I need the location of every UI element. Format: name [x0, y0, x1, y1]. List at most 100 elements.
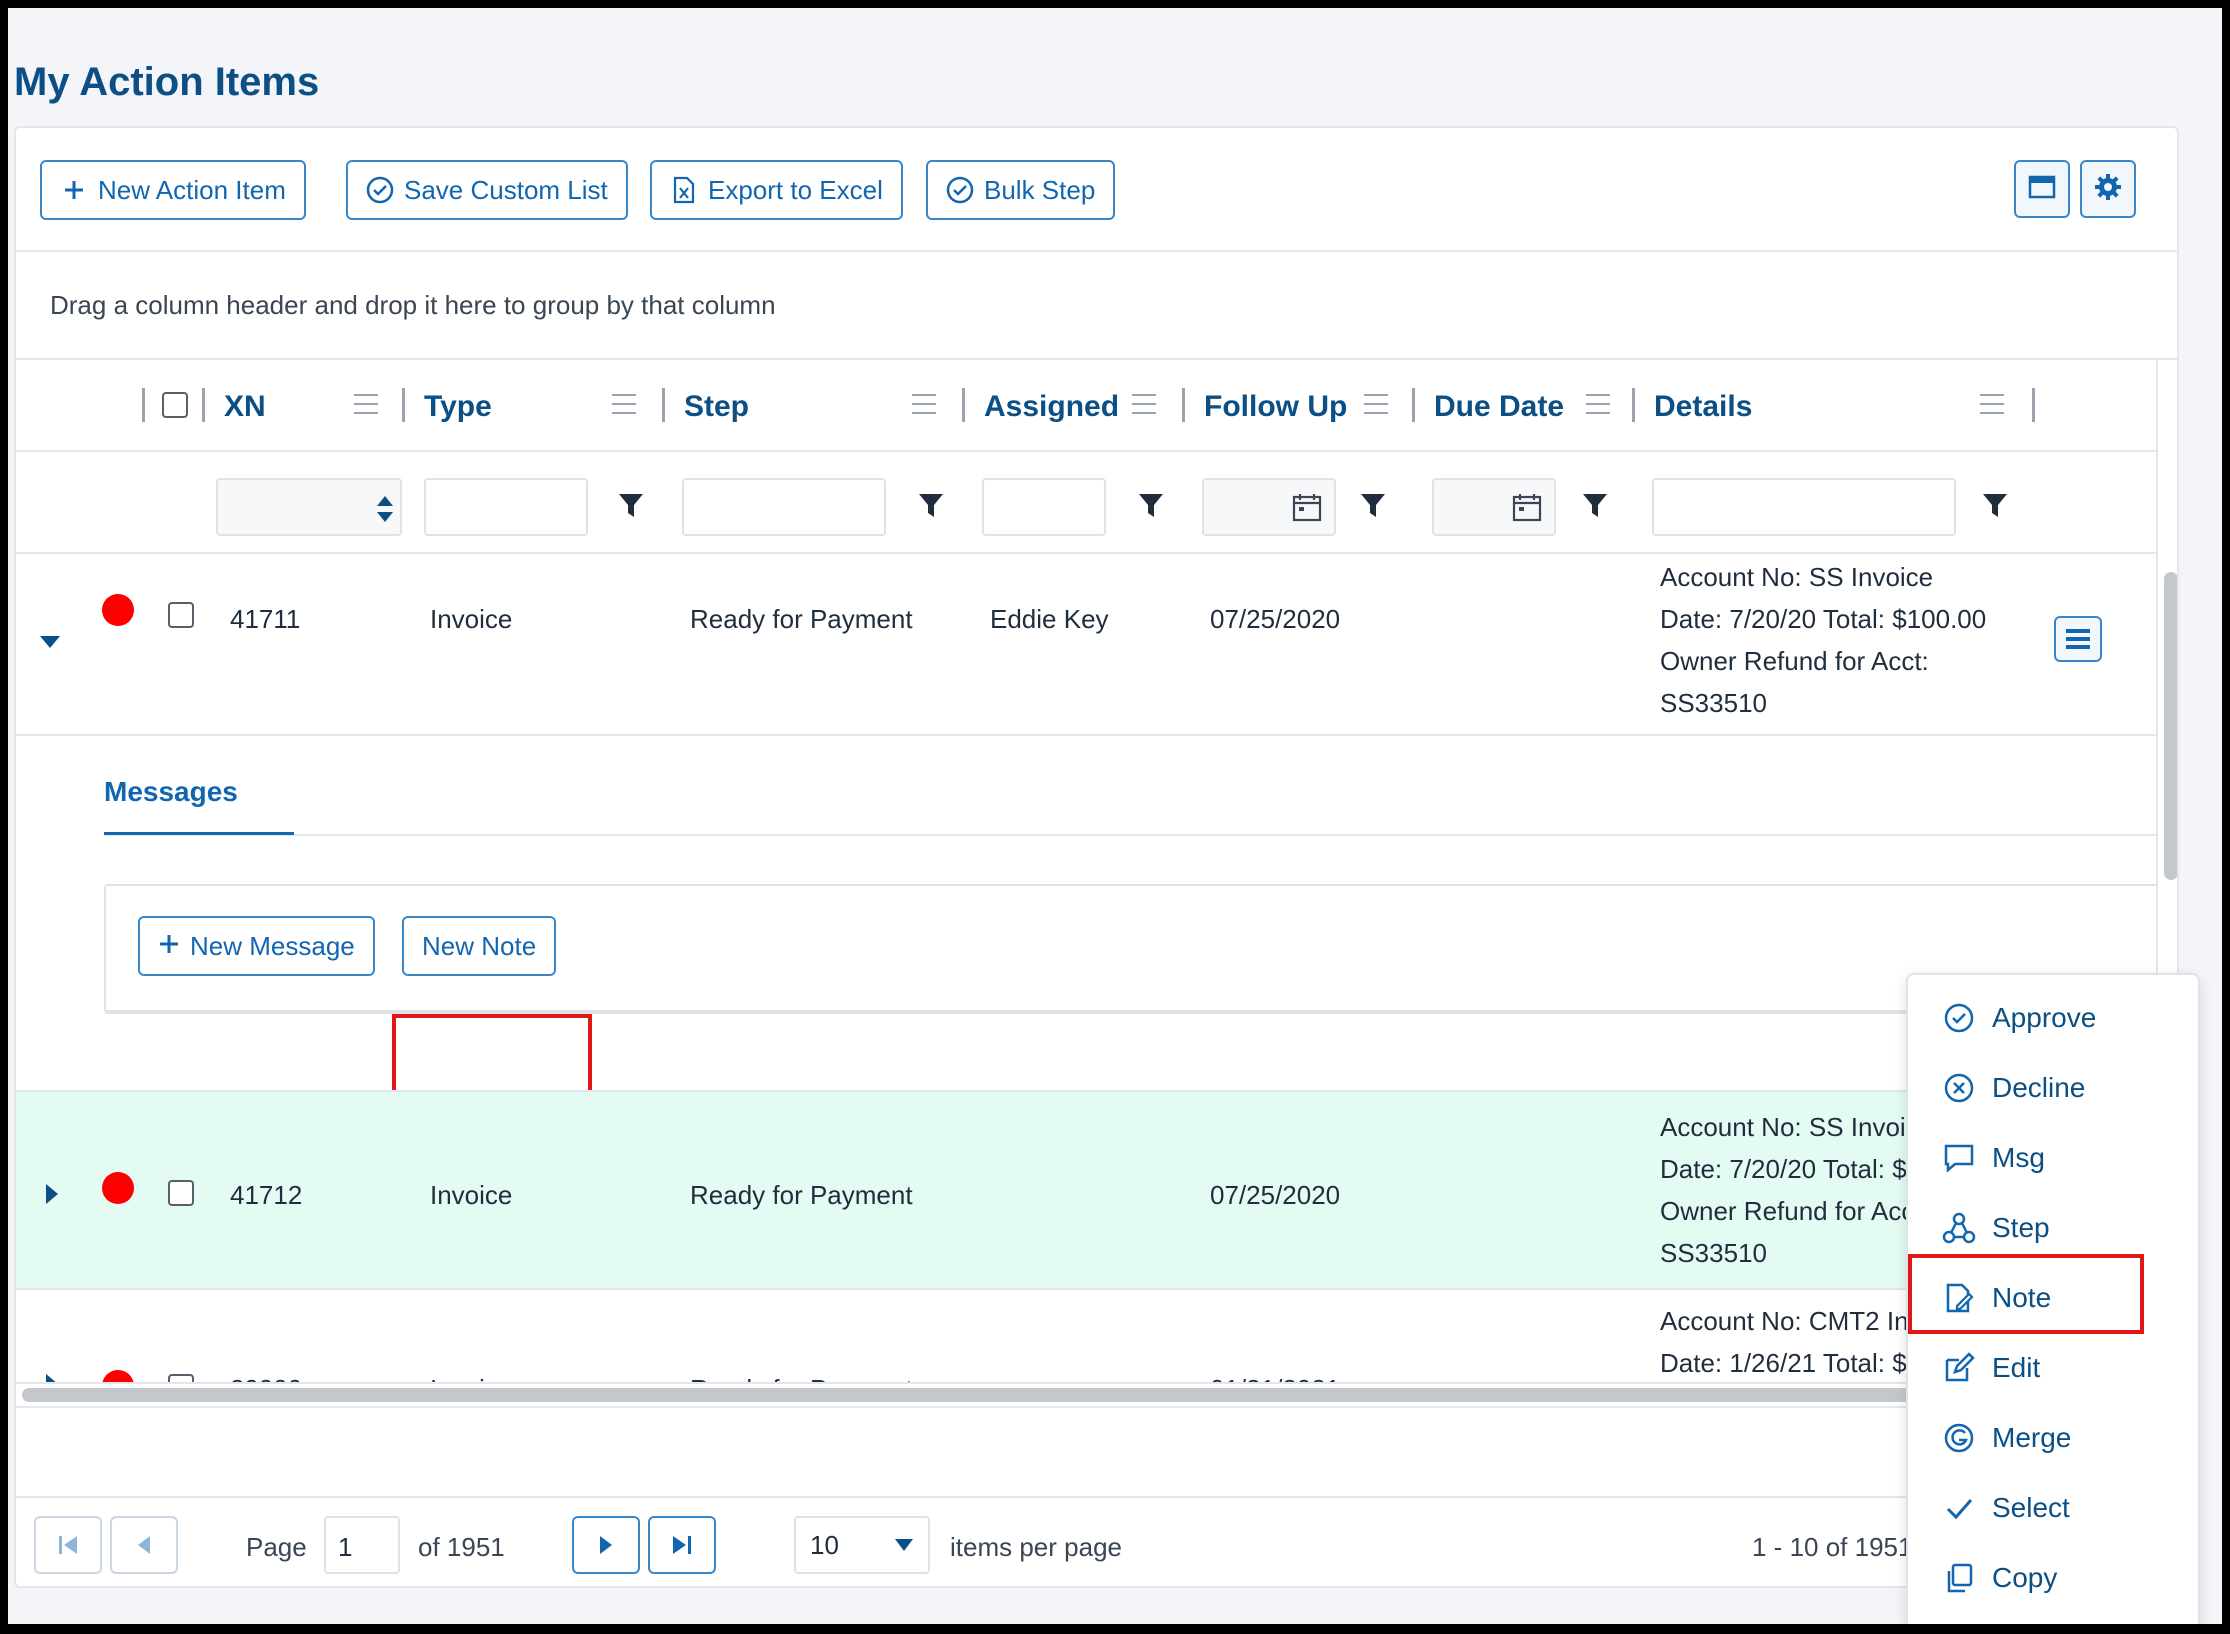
- app-window: My Action Items New Action Item Save Cus…: [8, 8, 2222, 1624]
- calendar-icon[interactable]: [1292, 492, 1322, 522]
- column-menu-icon[interactable]: [1980, 394, 2004, 416]
- items-per-page-label: items per page: [950, 1532, 1122, 1562]
- row-checkbox[interactable]: [168, 602, 194, 628]
- window-icon: [2028, 175, 2056, 204]
- last-page-button[interactable]: [648, 1516, 716, 1574]
- menu-icon: [2066, 629, 2090, 649]
- column-header-xn[interactable]: XN: [224, 390, 266, 424]
- xn-filter-input[interactable]: [216, 478, 402, 536]
- grid-header-row: XN Type Step Assigned Follow Up Due Date…: [16, 360, 2156, 452]
- cell-xn: 39999: [230, 1374, 302, 1382]
- export-excel-button[interactable]: Export to Excel: [650, 160, 903, 220]
- page-size-select[interactable]: 10: [794, 1516, 930, 1574]
- active-tab-indicator: [104, 832, 294, 835]
- previous-page-button[interactable]: [110, 1516, 178, 1574]
- row-checkbox[interactable]: [168, 1180, 194, 1206]
- details-filter-input[interactable]: [1652, 478, 1956, 536]
- next-page-icon: [600, 1536, 612, 1554]
- collapse-arrow-icon[interactable]: [38, 634, 62, 650]
- bulk-step-button[interactable]: Bulk Step: [926, 160, 1116, 220]
- column-menu-icon[interactable]: [1132, 394, 1156, 416]
- export-excel-label: Export to Excel: [708, 174, 883, 205]
- step-filter-input[interactable]: [682, 478, 886, 536]
- menu-item-select[interactable]: Select: [1908, 1473, 2198, 1543]
- merge-icon: [1942, 1421, 1976, 1455]
- column-header-details[interactable]: Details: [1654, 390, 1752, 424]
- menu-item-step[interactable]: Step: [1908, 1193, 2198, 1263]
- column-menu-icon[interactable]: [1364, 394, 1388, 416]
- menu-item-approve[interactable]: Approve: [1908, 983, 2198, 1053]
- expand-arrow-icon[interactable]: [44, 1182, 60, 1206]
- chevron-down-icon: [895, 1539, 913, 1551]
- cell-xn: 41712: [230, 1180, 303, 1210]
- horizontal-scroll-thumb[interactable]: [22, 1388, 1922, 1402]
- table-row[interactable]: 39999 Invoice Ready for Payment 01/31/20…: [16, 1290, 2156, 1382]
- expand-arrow-icon[interactable]: [44, 1372, 60, 1382]
- menu-item-copy[interactable]: Copy: [1908, 1543, 2198, 1613]
- type-filter-input[interactable]: [424, 478, 588, 536]
- new-message-button[interactable]: New Message: [138, 916, 375, 976]
- filter-icon[interactable]: [1582, 492, 1608, 520]
- filter-row: [16, 452, 2156, 554]
- due-date-filter-input[interactable]: [1432, 478, 1556, 536]
- follow-up-filter-input[interactable]: [1202, 478, 1336, 536]
- column-separator: [2032, 388, 2035, 422]
- tab-messages[interactable]: Messages: [104, 776, 238, 808]
- column-header-type[interactable]: Type: [424, 390, 492, 424]
- column-menu-icon[interactable]: [612, 394, 636, 416]
- filter-icon[interactable]: [1982, 492, 2008, 520]
- new-note-button[interactable]: New Note: [402, 916, 557, 976]
- column-menu-icon[interactable]: [1586, 394, 1610, 416]
- cell-type: Invoice: [430, 1374, 512, 1382]
- filter-icon[interactable]: [918, 492, 944, 520]
- menu-item-msg[interactable]: Msg: [1908, 1123, 2198, 1193]
- menu-item-label: Approve: [1992, 1002, 2097, 1033]
- column-header-assigned[interactable]: Assigned: [984, 390, 1119, 424]
- page-number-input[interactable]: 1: [324, 1516, 400, 1574]
- save-custom-list-button[interactable]: Save Custom List: [346, 160, 628, 220]
- table-row[interactable]: 41711 Invoice Ready for Payment Eddie Ke…: [16, 554, 2156, 734]
- filter-icon[interactable]: [1360, 492, 1386, 520]
- filter-icon[interactable]: [618, 492, 644, 520]
- previous-page-icon: [138, 1536, 150, 1554]
- workflow-icon: [1942, 1211, 1976, 1245]
- first-page-button[interactable]: [34, 1516, 102, 1574]
- assigned-filter-input[interactable]: [982, 478, 1106, 536]
- column-header-due-date[interactable]: Due Date: [1434, 390, 1564, 424]
- details-line: SS33510: [1660, 688, 1767, 718]
- select-all-checkbox[interactable]: [162, 392, 188, 418]
- row-checkbox[interactable]: [168, 1374, 194, 1382]
- row-actions-button[interactable]: [2054, 616, 2102, 662]
- column-header-follow-up[interactable]: Follow Up: [1204, 390, 1347, 424]
- menu-item-edit[interactable]: Edit: [1908, 1333, 2198, 1403]
- spinner-icon[interactable]: [374, 494, 396, 524]
- menu-item-label: Merge: [1992, 1422, 2072, 1453]
- page-size-value: 10: [810, 1529, 839, 1560]
- status-dot: [102, 1172, 134, 1204]
- settings-button[interactable]: [2080, 160, 2136, 218]
- layout-toggle-button[interactable]: [2014, 160, 2070, 218]
- messages-toolbar: New Message New Note: [104, 884, 2164, 1014]
- menu-item-decline[interactable]: Decline: [1908, 1053, 2198, 1123]
- calendar-icon[interactable]: [1512, 492, 1542, 522]
- last-page-icon: [673, 1536, 691, 1554]
- details-line: Date: 7/20/20 Total: $100.00: [1660, 604, 1987, 634]
- message-icon: [1942, 1141, 1976, 1175]
- column-menu-icon[interactable]: [354, 394, 378, 416]
- column-separator: [402, 388, 405, 422]
- vertical-scroll-thumb[interactable]: [2164, 572, 2177, 880]
- column-separator: [1182, 388, 1185, 422]
- check-icon: [1942, 1491, 1976, 1525]
- table-row[interactable]: 41712 Invoice Ready for Payment 07/25/20…: [16, 1090, 2156, 1290]
- cell-step: Ready for Payment: [690, 1374, 913, 1382]
- menu-item-label: Step: [1992, 1212, 2050, 1243]
- save-custom-list-label: Save Custom List: [404, 174, 608, 205]
- next-page-button[interactable]: [572, 1516, 640, 1574]
- status-dot: [102, 1370, 134, 1382]
- filter-icon[interactable]: [1138, 492, 1164, 520]
- column-header-step[interactable]: Step: [684, 390, 749, 424]
- column-separator: [1412, 388, 1415, 422]
- menu-item-merge[interactable]: Merge: [1908, 1403, 2198, 1473]
- new-action-item-button[interactable]: New Action Item: [40, 160, 306, 220]
- column-menu-icon[interactable]: [912, 394, 936, 416]
